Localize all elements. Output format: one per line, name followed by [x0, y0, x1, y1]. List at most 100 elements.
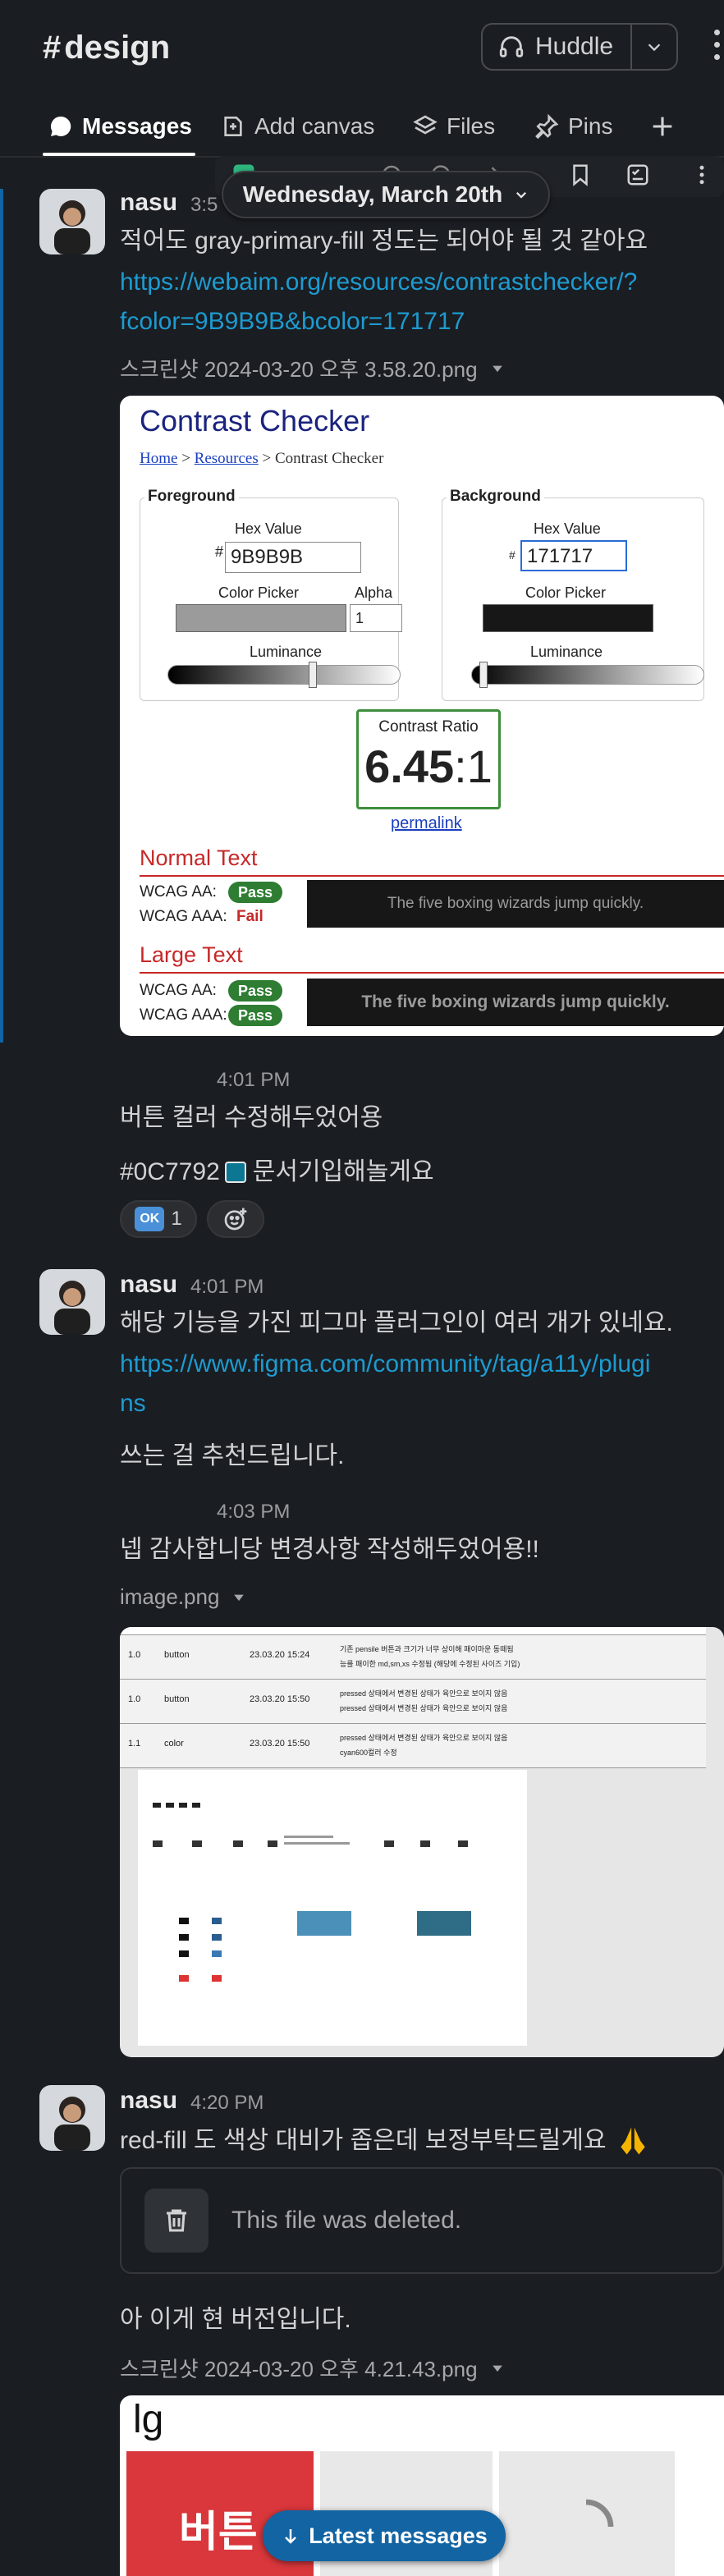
tab-files[interactable]: Files	[412, 110, 495, 143]
message-link-continued[interactable]: fcolor=9B9B9B&bcolor=171717	[120, 302, 465, 341]
image-attachment-contrast-checker[interactable]: Contrast Checker Home > Resources > Cont…	[120, 396, 724, 1036]
trash-icon	[144, 2189, 208, 2253]
crumb-sep: >	[181, 450, 190, 467]
fg-luminance-label: Luminance	[250, 644, 323, 660]
foreground-heading: Foreground	[144, 488, 239, 506]
row-version: 1.1	[128, 1739, 141, 1749]
normal-text-sample: The five boxing wizards jump quickly.	[307, 880, 724, 928]
chevron-down-icon	[648, 44, 661, 52]
files-stack-icon	[413, 115, 438, 135]
normal-text-rule	[140, 875, 724, 877]
message-bubble-icon	[50, 116, 71, 136]
row-note: pressed 상태에서 변경된 상태가 육안으로 보이지 않음	[340, 1734, 508, 1742]
background-heading: Background	[447, 488, 544, 506]
row-note-2: cyan600컬러 수정	[340, 1749, 397, 1757]
message-link-continued[interactable]: ns	[120, 1384, 146, 1423]
table-row: 1.0 button 23.03.20 15:50 pressed 상태에서 변…	[120, 1680, 706, 1724]
normal-aaa-fail: Fail	[236, 908, 263, 925]
large-aaa-label: WCAG AAA:	[140, 1006, 227, 1024]
message-timestamp[interactable]: 4:01 PM	[217, 1069, 290, 1092]
folded-hands-icon	[620, 2127, 645, 2155]
file-name-toggle[interactable]: image.png	[120, 1584, 247, 1610]
bg-luminance-thumb	[479, 662, 488, 688]
color-code: #0C7792	[120, 1158, 220, 1185]
reaction-ok[interactable]: OK 1	[120, 1200, 197, 1238]
tab-pins[interactable]: Pins	[534, 110, 612, 143]
tab-messages-label: Messages	[82, 113, 192, 139]
image-attachment-changelog[interactable]: 1.0 button 23.03.20 15:24 기존 pensile 버튼과…	[120, 1627, 724, 2057]
message-text: red-fill 도 색상 대비가 좁은데 보정부탁드릴게요	[120, 2127, 607, 2154]
row-component: button	[164, 1694, 190, 1704]
crumb-resources: Resources	[194, 450, 259, 467]
avatar[interactable]	[39, 189, 105, 254]
large-aaa-pass-badge: Pass	[228, 1005, 283, 1026]
avatar[interactable]	[39, 1269, 105, 1335]
date-divider-button[interactable]: Wednesday, March 20th	[222, 171, 550, 218]
alpha-input: 1	[350, 604, 402, 632]
add-to-list-icon[interactable]	[625, 163, 650, 187]
more-actions-icon[interactable]	[690, 163, 714, 187]
row-date: 23.03.20 15:50	[250, 1739, 310, 1749]
caret-down-icon	[492, 2365, 502, 2372]
channel-more-button[interactable]	[711, 30, 724, 66]
message-text: 넵 감사합니당 변경사항 작성해두었어용!!	[120, 1536, 539, 1563]
canvas-icon	[224, 117, 242, 136]
huddle-button[interactable]: Huddle	[483, 25, 630, 69]
message-author[interactable]: nasu	[120, 189, 177, 217]
breadcrumb: Home > Resources > Contrast Checker	[140, 450, 383, 468]
tab-files-label: Files	[447, 113, 496, 139]
channel-tabs: Messages Add canvas Files Pins	[0, 99, 724, 156]
channel-title[interactable]: # design	[43, 30, 170, 66]
permalink: permalink	[391, 814, 462, 832]
alpha-label: Alpha	[355, 584, 393, 601]
file-name-toggle[interactable]: 스크린샷 2024-03-20 오후 4.21.43.png	[120, 2353, 506, 2383]
tab-messages[interactable]: Messages	[48, 110, 192, 143]
bg-hex-label: Hex Value	[534, 520, 601, 537]
message-timestamp[interactable]: 3:5	[190, 194, 218, 217]
message-author[interactable]: nasu	[120, 1271, 177, 1299]
row-note-2: 능를 패이한 md,sm,xs 수정됨 (해당에 수정된 사이즈 기입)	[340, 1660, 520, 1668]
bg-luminance-label: Luminance	[530, 644, 603, 660]
message-link[interactable]: https://webaim.org/resources/contrastche…	[120, 263, 637, 302]
message-timestamp[interactable]: 4:20 PM	[190, 2092, 263, 2115]
latest-messages-label: Latest messages	[309, 2523, 488, 2548]
bg-hash: #	[509, 548, 516, 561]
message-timestamp[interactable]: 4:03 PM	[217, 1501, 290, 1524]
plus-icon	[653, 117, 672, 136]
message-author[interactable]: nasu	[120, 2087, 177, 2115]
color-swatch	[224, 1162, 246, 1183]
cc-title: Contrast Checker	[140, 404, 370, 438]
arrow-down-icon	[285, 2529, 297, 2544]
contrast-ratio-label: Contrast Ratio	[378, 718, 479, 736]
large-aa-pass-badge: Pass	[228, 980, 283, 1002]
message-text: 해당 기능을 가진 피그마 플러그인이 여러 개가 있네요.	[120, 1309, 673, 1336]
normal-aa-pass-badge: Pass	[228, 882, 283, 903]
huddle-options-button[interactable]	[632, 38, 676, 56]
message-link[interactable]: https://www.figma.com/community/tag/a11y…	[120, 1345, 650, 1384]
fg-luminance-thumb	[309, 662, 317, 688]
design-spec-thumbnail	[138, 1770, 527, 2046]
channel-header: # design Huddle	[0, 0, 724, 99]
latest-messages-button[interactable]: Latest messages	[263, 2510, 506, 2561]
ok-emoji-icon: OK	[135, 1207, 165, 1231]
bookmark-icon[interactable]	[568, 163, 593, 187]
large-text-sample: The five boxing wizards jump quickly.	[307, 979, 724, 1026]
normal-aa-label: WCAG AA:	[140, 883, 217, 901]
add-reaction-button[interactable]	[207, 1200, 264, 1238]
tab-add-canvas[interactable]: Add canvas	[220, 110, 374, 143]
message-timestamp[interactable]: 4:01 PM	[190, 1276, 263, 1299]
chevron-down-icon	[516, 191, 527, 199]
normal-text-heading: Normal Text	[140, 846, 258, 870]
file-name: 스크린샷 2024-03-20 오후 4.21.43.png	[120, 2357, 478, 2381]
message-text: 쓰는 걸 추천드립니다.	[120, 1442, 345, 1469]
fg-swatch	[176, 604, 346, 632]
fg-hex-label: Hex Value	[235, 520, 302, 537]
avatar[interactable]	[39, 2085, 105, 2151]
row-date: 23.03.20 15:24	[250, 1650, 310, 1660]
add-tab-button[interactable]	[648, 110, 685, 143]
row-version: 1.0	[128, 1694, 141, 1704]
table-row: 1.0 button 23.03.20 15:24 기존 pensile 버튼과…	[120, 1635, 706, 1680]
huddle-button-group: Huddle	[481, 23, 678, 71]
large-text-heading: Large Text	[140, 942, 243, 967]
file-name-toggle[interactable]: 스크린샷 2024-03-20 오후 3.58.20.png	[120, 353, 506, 383]
